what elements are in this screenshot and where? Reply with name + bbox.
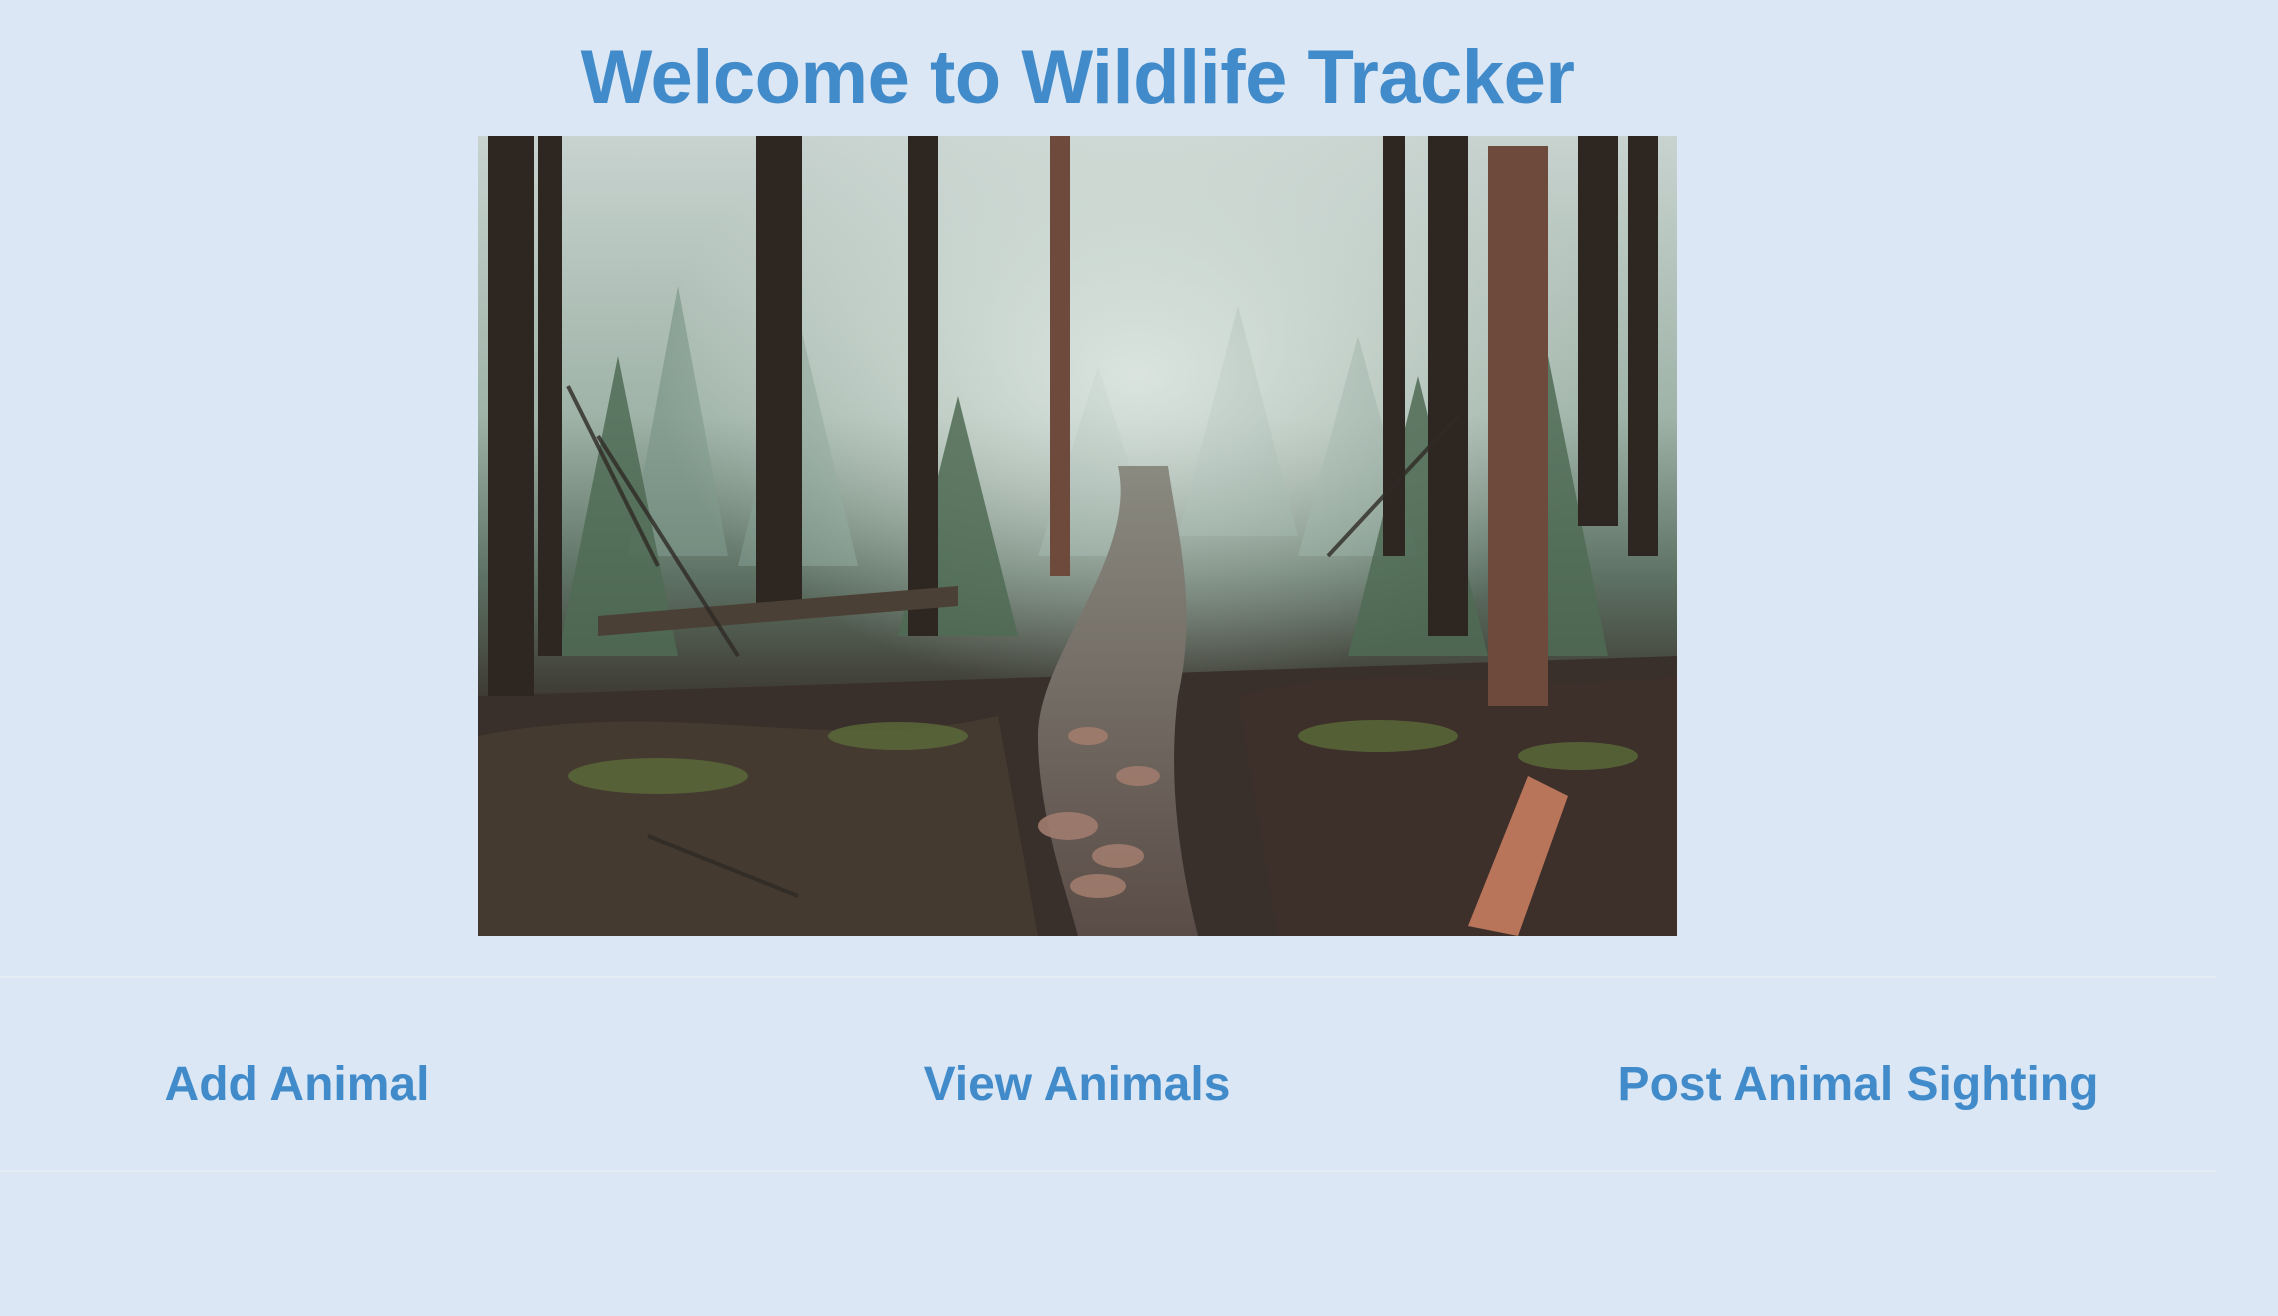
hero-image bbox=[478, 136, 1677, 936]
main-nav: Add Animal View Animals Post Animal Sigh… bbox=[0, 1050, 2216, 1120]
nav-divider-top bbox=[0, 976, 2216, 978]
page-title: Welcome to Wildlife Tracker bbox=[580, 35, 1575, 120]
nav-post-sighting-link[interactable]: Post Animal Sighting bbox=[1618, 1050, 2099, 1120]
forest-trail-photo bbox=[478, 136, 1677, 936]
nav-add-animal-link[interactable]: Add Animal bbox=[165, 1050, 430, 1120]
nav-divider-bottom bbox=[0, 1170, 2216, 1172]
page: Welcome to Wildlife Tracker Add Animal V… bbox=[0, 0, 2278, 1316]
nav-view-animals-link[interactable]: View Animals bbox=[924, 1050, 1231, 1120]
